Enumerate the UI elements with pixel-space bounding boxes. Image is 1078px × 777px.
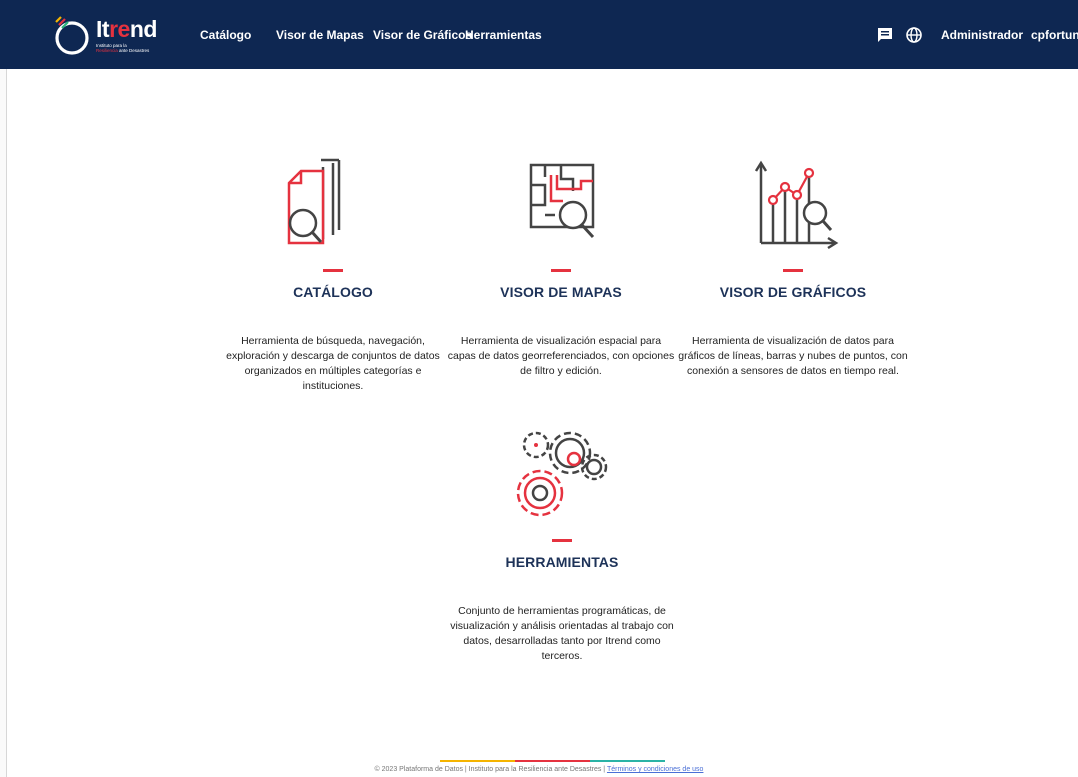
card-visor-mapas[interactable]: VISOR DE MAPAS Herramienta de visualizac…	[446, 155, 676, 379]
nav-user[interactable]: cpfortun	[1031, 0, 1078, 69]
card-description: Herramienta de visualización espacial pa…	[447, 335, 675, 377]
card-description: Conjunto de herramientas programáticas, …	[450, 605, 674, 662]
nav-catalogo[interactable]: Catálogo	[200, 0, 251, 69]
nav-herramientas[interactable]: Herramientas	[465, 0, 542, 69]
card-title: HERRAMIENTAS	[505, 554, 619, 570]
logo-wordmark: Itrend	[96, 16, 157, 42]
card-accent-dash	[552, 539, 572, 542]
card-accent-dash	[551, 269, 571, 272]
card-accent-dash	[783, 269, 803, 272]
nav-visor-graficos[interactable]: Visor de Gráficos	[373, 0, 472, 69]
logo-ring-icon	[55, 16, 89, 55]
itrend-logo[interactable]: Itrend Instituto para la Resiliencia ant…	[52, 14, 162, 58]
card-description: Herramienta de visualización de datos pa…	[678, 335, 908, 377]
map-search-icon	[529, 163, 595, 239]
card-title: CATÁLOGO	[293, 284, 373, 300]
card-visor-graficos[interactable]: VISOR DE GRÁFICOS Herramienta de visuali…	[678, 155, 908, 379]
card-herramientas[interactable]: HERRAMIENTAS Conjunto de herramientas pr…	[447, 425, 677, 664]
footer-stripe-red	[515, 760, 590, 762]
footer-text: © 2023 Plataforma de Datos | Instituto p…	[374, 766, 607, 773]
footer-stripe-yellow	[440, 760, 515, 762]
nav-administrador[interactable]: Administrador	[941, 0, 1023, 69]
card-catalogo[interactable]: CATÁLOGO Herramienta de búsqueda, navega…	[218, 155, 448, 394]
footer: © 2023 Plataforma de Datos | Instituto p…	[0, 766, 1078, 773]
globe-icon[interactable]	[905, 26, 923, 44]
nav-visor-mapas[interactable]: Visor de Mapas	[276, 0, 364, 69]
card-description: Herramienta de búsqueda, navegación, exp…	[226, 335, 440, 392]
chat-icon[interactable]	[876, 26, 894, 44]
footer-stripe-teal	[590, 760, 665, 762]
logo-subtitle: Instituto para la Resiliencia ante Desas…	[96, 43, 150, 53]
gears-icon	[516, 431, 608, 517]
chart-search-icon	[754, 160, 839, 250]
documents-search-icon	[287, 158, 341, 245]
card-title: VISOR DE MAPAS	[500, 284, 622, 300]
left-edge-panel	[0, 69, 7, 777]
terms-link[interactable]: Términos y condiciones de uso	[607, 766, 704, 773]
top-navbar: Itrend Instituto para la Resiliencia ant…	[0, 0, 1078, 69]
card-title: VISOR DE GRÁFICOS	[719, 284, 867, 300]
card-accent-dash	[323, 269, 343, 272]
